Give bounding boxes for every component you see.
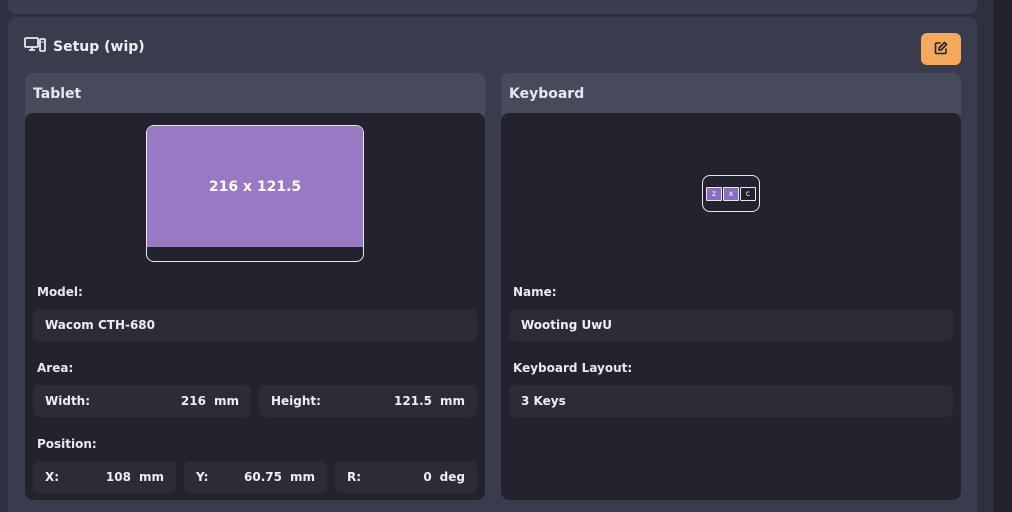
y-unit: mm [289,470,315,484]
model-value: Wacom CTH-680 [45,318,156,332]
key-z: z [706,186,722,201]
position-label: Position: [37,437,97,451]
x-unit: mm [138,470,164,484]
width-value: 216 [180,394,206,408]
y-value: 60.75 [244,470,282,484]
area-label: Area: [37,361,74,375]
card-title: Setup (wip) [53,39,145,55]
tablet-preview: 216 x 121.5 [146,125,364,262]
x-label: X: [45,470,60,484]
tablet-panel-title: Tablet [33,86,82,102]
y-label: Y: [196,470,209,484]
width-unit: mm [213,394,239,408]
keyboard-name-field[interactable]: Wooting UwU [509,309,953,341]
tablet-active-area: 216 x 121.5 [147,126,363,247]
keyboard-name-value: Wooting UwU [521,318,613,332]
r-value: 0 [423,470,432,484]
key-c: c [740,186,756,201]
keyboard-preview: z x c [702,175,760,212]
edit-icon [934,41,948,58]
keyboard-layout-value: 3 Keys [521,394,566,408]
model-field[interactable]: Wacom CTH-680 [33,309,477,341]
r-label: R: [347,470,362,484]
tablet-panel-body: 216 x 121.5 Model: Wacom CTH-680 Area: W… [25,113,485,500]
height-field[interactable]: Height: 121.5 mm [259,385,477,417]
keyboard-panel-body: z x c Name: Wooting UwU Keyboard Layout:… [501,113,961,500]
tablet-area-size-label: 216 x 121.5 [208,178,302,195]
side-scrollbar-track[interactable] [993,0,1012,512]
r-unit: deg [439,470,465,484]
x-field[interactable]: X: 108 mm [33,461,176,493]
keyboard-panel: Keyboard z x c Name: Wooting UwU Keyboar… [501,73,961,500]
r-field[interactable]: R: 0 deg [335,461,477,493]
previous-card [8,0,977,14]
keyboard-panel-title: Keyboard [509,86,585,102]
edit-button[interactable] [921,33,961,65]
key-x: x [723,186,739,201]
height-unit: mm [439,394,465,408]
card-header: Setup (wip) [24,37,145,57]
y-field[interactable]: Y: 60.75 mm [184,461,327,493]
tablet-panel: Tablet 216 x 121.5 Model: Wacom CTH-680 … [25,73,485,500]
keyboard-layout-label: Keyboard Layout: [513,361,633,375]
height-value: 121.5 [394,394,432,408]
name-label: Name: [513,285,557,299]
width-field[interactable]: Width: 216 mm [33,385,251,417]
model-label: Model: [37,285,83,299]
keyboard-layout-field[interactable]: 3 Keys [509,385,953,417]
x-value: 108 [105,470,131,484]
width-label: Width: [45,394,91,408]
setup-card: Setup (wip) Tablet 216 x 121.5 Model: Wa… [8,17,977,512]
height-label: Height: [271,394,321,408]
monitor-keyboard-icon [24,37,46,57]
